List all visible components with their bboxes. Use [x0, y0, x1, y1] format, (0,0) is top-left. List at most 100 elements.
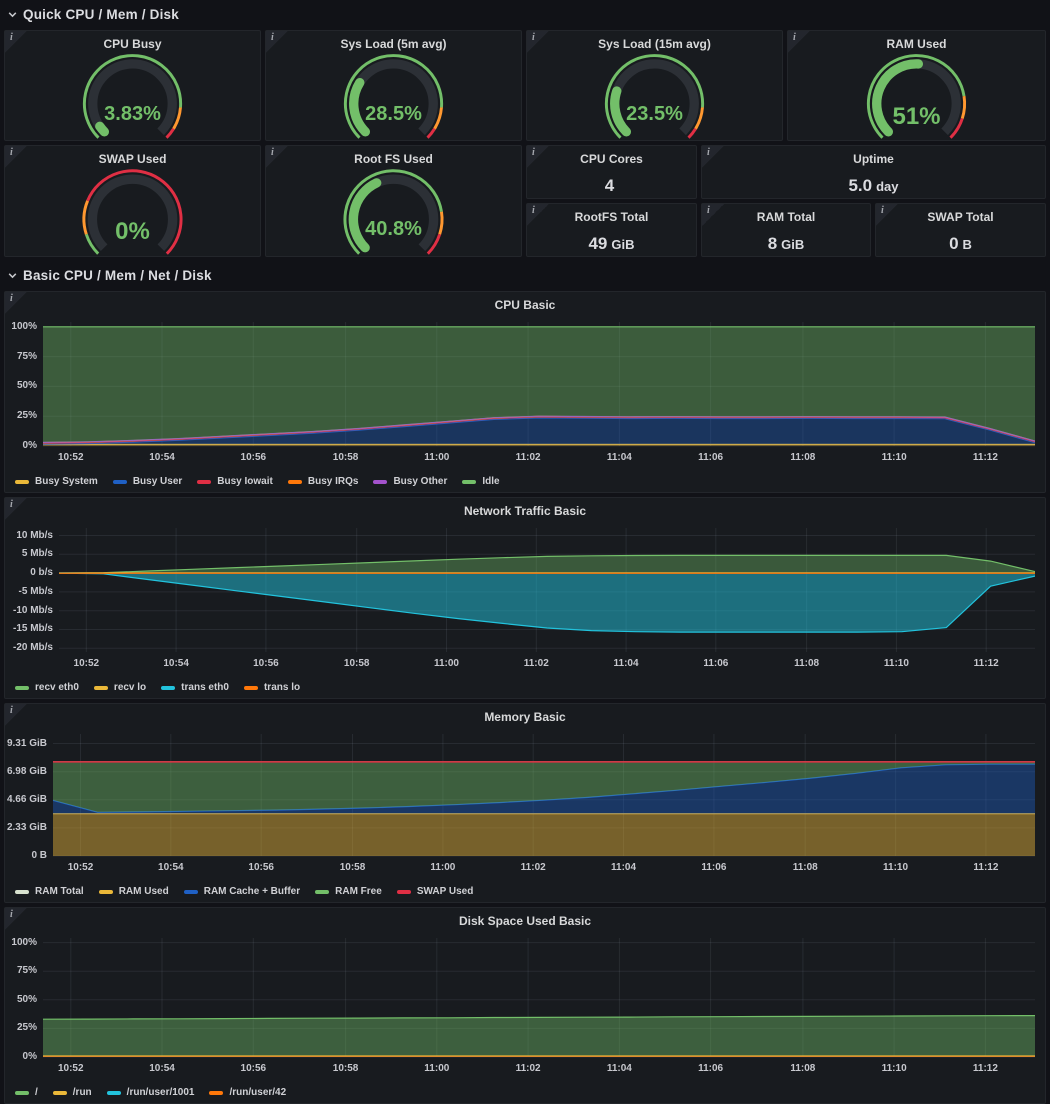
legend-swatch-icon [113, 480, 127, 484]
panel-cpu-cores: i CPU Cores 4 [526, 145, 697, 199]
legend-swatch-icon [15, 890, 29, 894]
panel-title[interactable]: Root FS Used [266, 152, 521, 166]
panel-title[interactable]: Uptime [702, 152, 1045, 166]
legend-item[interactable]: /run [53, 1087, 92, 1098]
info-icon: i [532, 205, 535, 216]
x-tick-label: 11:08 [794, 658, 819, 669]
panel-title[interactable]: CPU Busy [5, 37, 260, 51]
panel-title[interactable]: SWAP Total [876, 210, 1045, 224]
panel-info-corner[interactable]: i [5, 146, 27, 168]
section-header-basic[interactable]: Basic CPU / Mem / Net / Disk [0, 261, 1050, 289]
section-header-quick[interactable]: Quick CPU / Mem / Disk [0, 0, 1050, 28]
chart-legend: Busy System Busy User Busy Iowait Busy IRQs… [15, 476, 500, 487]
panel-title[interactable]: Sys Load (15m avg) [527, 37, 782, 51]
x-tick-label: 11:02 [516, 452, 541, 463]
legend-item[interactable]: Busy Iowait [197, 476, 273, 487]
panel-info-corner[interactable]: i [527, 146, 549, 168]
panel-title[interactable]: SWAP Used [5, 152, 260, 166]
x-tick-label: 11:12 [973, 452, 998, 463]
x-tick-label: 10:54 [149, 1063, 175, 1074]
info-icon: i [532, 147, 535, 158]
legend-swatch-icon [94, 686, 108, 690]
x-tick-label: 10:58 [333, 452, 359, 463]
x-tick-label: 10:56 [241, 1063, 267, 1074]
panel-title[interactable]: CPU Basic [5, 298, 1045, 312]
panel-sys-load-5m: i Sys Load (5m avg) 28.5% [265, 30, 522, 141]
legend-item[interactable]: recv eth0 [15, 682, 79, 693]
panel-info-corner[interactable]: i [266, 31, 288, 53]
panel-info-corner[interactable]: i [702, 204, 724, 226]
info-icon: i [10, 909, 13, 920]
legend-item[interactable]: Idle [462, 476, 499, 487]
panel-title[interactable]: RAM Used [788, 37, 1045, 51]
panel-title[interactable]: Memory Basic [5, 710, 1045, 724]
panel-info-corner[interactable]: i [266, 146, 288, 168]
legend-label: RAM Used [119, 886, 169, 897]
panel-title[interactable]: RootFS Total [527, 210, 696, 224]
x-tick-label: 11:04 [607, 452, 632, 463]
panel-title[interactable]: Disk Space Used Basic [5, 914, 1045, 928]
legend-item[interactable]: recv lo [94, 682, 146, 693]
x-tick-label: 11:00 [424, 452, 449, 463]
gauge-value: 3.83% [5, 103, 260, 126]
legend-label: Busy IRQs [308, 476, 359, 487]
panel-title[interactable]: CPU Cores [527, 152, 696, 166]
panel-info-corner[interactable]: i [527, 204, 549, 226]
y-tick-label: -20 Mb/s [13, 642, 53, 653]
panel-info-corner[interactable]: i [5, 498, 27, 520]
memory-basic-chart[interactable]: 9.31 GiB6.98 GiB4.66 GiB2.33 GiB0 B10:52… [5, 704, 1045, 902]
panel-info-corner[interactable]: i [702, 146, 724, 168]
legend-item[interactable]: trans lo [244, 682, 300, 693]
network-traffic-basic-chart[interactable]: 10 Mb/s5 Mb/s0 b/s-5 Mb/s-10 Mb/s-15 Mb/… [5, 498, 1045, 698]
legend-label: trans eth0 [181, 682, 229, 693]
legend-item[interactable]: RAM Cache + Buffer [184, 886, 300, 897]
y-tick-label: 10 Mb/s [16, 530, 53, 541]
y-tick-label: 5 Mb/s [22, 548, 53, 559]
info-icon: i [10, 499, 13, 510]
legend-item[interactable]: Busy IRQs [288, 476, 359, 487]
info-icon: i [793, 32, 796, 43]
legend-swatch-icon [15, 480, 29, 484]
panel-info-corner[interactable]: i [5, 31, 27, 53]
x-tick-label: 11:06 [698, 452, 723, 463]
legend-item[interactable]: /run/user/1001 [107, 1087, 195, 1098]
panel-title[interactable]: Network Traffic Basic [5, 504, 1045, 518]
x-tick-label: 11:02 [524, 658, 549, 669]
legend-item[interactable]: / [15, 1087, 38, 1098]
chevron-down-icon [7, 270, 18, 281]
legend-label: Busy Other [393, 476, 447, 487]
info-icon: i [532, 32, 535, 43]
legend-item[interactable]: Busy User [113, 476, 182, 487]
x-tick-label: 11:08 [790, 1063, 815, 1074]
legend-item[interactable]: RAM Total [15, 886, 84, 897]
legend-label: SWAP Used [417, 886, 474, 897]
panel-title[interactable]: RAM Total [702, 210, 870, 224]
panel-info-corner[interactable]: i [876, 204, 898, 226]
legend-item[interactable]: Busy System [15, 476, 98, 487]
panel-info-corner[interactable]: i [527, 31, 549, 53]
info-icon: i [10, 705, 13, 716]
legend-label: RAM Total [35, 886, 84, 897]
legend-item[interactable]: trans eth0 [161, 682, 229, 693]
legend-item[interactable]: RAM Free [315, 886, 382, 897]
legend-item[interactable]: SWAP Used [397, 886, 474, 897]
x-tick-label: 11:02 [516, 1063, 541, 1074]
legend-item[interactable]: RAM Used [99, 886, 169, 897]
y-tick-label: 0% [23, 440, 37, 451]
disk-space-used-basic-chart[interactable]: 100%75%50%25%0%10:5210:5410:5610:5811:00… [5, 908, 1045, 1103]
stat-value: 4 [605, 176, 614, 195]
legend-item[interactable]: /run/user/42 [209, 1087, 286, 1098]
legend-item[interactable]: Busy Other [373, 476, 447, 487]
panel-title[interactable]: Sys Load (5m avg) [266, 37, 521, 51]
panel-info-corner[interactable]: i [788, 31, 810, 53]
info-icon: i [271, 32, 274, 43]
cpu-basic-chart[interactable]: 100%75%50%25%0%10:5210:5410:5610:5811:00… [5, 292, 1045, 492]
x-tick-label: 11:12 [974, 658, 999, 669]
panel-info-corner[interactable]: i [5, 704, 27, 726]
panel-swap-used: i SWAP Used 0% [4, 145, 261, 257]
stat-value-wrap: 49GiB [527, 234, 696, 254]
panel-info-corner[interactable]: i [5, 908, 27, 930]
legend-label: RAM Cache + Buffer [204, 886, 300, 897]
panel-info-corner[interactable]: i [5, 292, 27, 314]
x-tick-label: 11:06 [698, 1063, 723, 1074]
